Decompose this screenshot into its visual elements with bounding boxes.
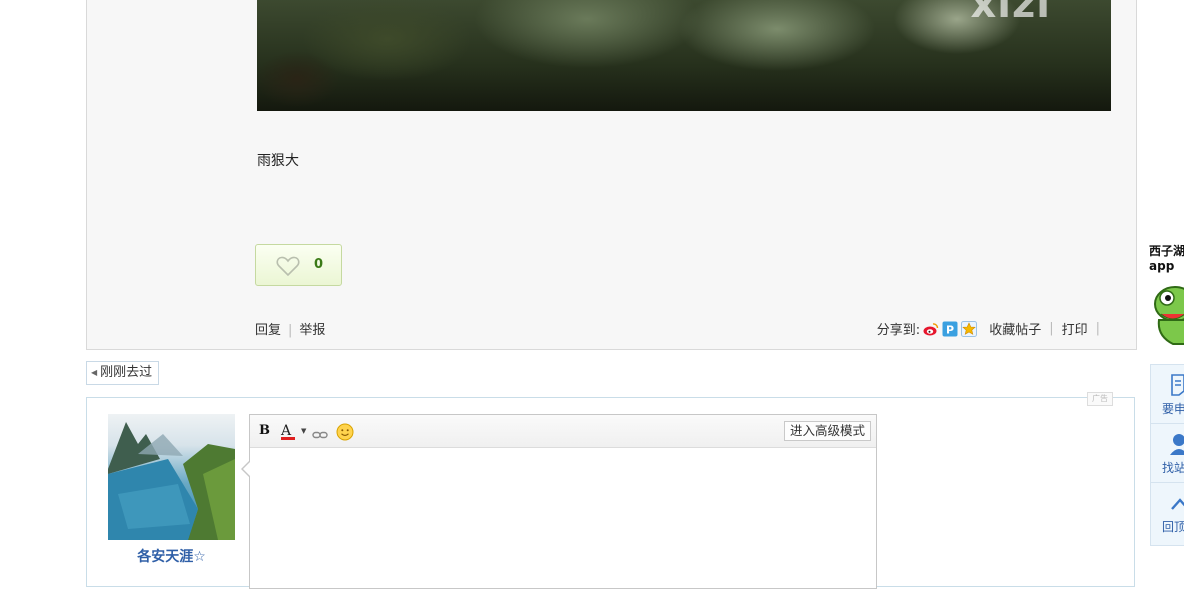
divider: | xyxy=(1095,321,1100,336)
recently-visited-button[interactable]: ◀ 刚刚去过 xyxy=(86,361,159,385)
side-tool-apply-label: 要申 xyxy=(1162,402,1184,416)
post-photo: xizi xyxy=(257,0,1111,111)
quick-reply-panel: 广告 各安天涯☆ B A ▼ 进入高级模式 xyxy=(86,392,1135,589)
username[interactable]: 各安天涯☆ xyxy=(108,546,235,566)
favorite-star-icon[interactable] xyxy=(961,320,978,337)
reply-editor: B A ▼ 进入高级模式 xyxy=(241,414,877,589)
share-bar: 分享到: P 收藏帖子 | 打印 | xyxy=(877,319,1108,338)
divider: | xyxy=(288,323,293,338)
user-icon xyxy=(1170,434,1184,455)
svg-text:P: P xyxy=(946,323,954,336)
side-tool-top-label: 回顶 xyxy=(1162,520,1184,534)
caret-left-icon: ◀ xyxy=(91,368,98,377)
side-toolbar: 要申 找站 回顶 xyxy=(1150,364,1184,546)
side-tool-top[interactable]: 回顶 xyxy=(1151,483,1184,541)
edit-doc-icon xyxy=(1171,374,1184,396)
emoji-icon[interactable] xyxy=(336,422,354,442)
share-label: 分享到: xyxy=(876,323,921,338)
app-promo-line1: 西子湖 xyxy=(1149,244,1184,258)
editor-toolbar: B A ▼ 进入高级模式 xyxy=(250,415,876,448)
avatar-landscape-image xyxy=(108,422,235,540)
side-tool-find-label: 找站 xyxy=(1162,461,1184,475)
bold-button[interactable]: B xyxy=(259,421,270,441)
reply-textarea[interactable] xyxy=(250,448,876,588)
advanced-mode-button[interactable]: 进入高级模式 xyxy=(783,421,871,441)
divider: | xyxy=(1049,321,1054,336)
image-watermark: xizi xyxy=(970,0,1051,27)
recently-visited-label: 刚刚去过 xyxy=(100,365,153,380)
mascot-icon xyxy=(1154,286,1184,345)
weibo-icon[interactable] xyxy=(923,321,939,337)
back-to-top-icon xyxy=(1171,498,1184,510)
side-tool-apply[interactable]: 要申 xyxy=(1151,365,1184,424)
font-color-swatch xyxy=(281,437,295,440)
app-promo[interactable]: 西子湖 app xyxy=(1148,244,1184,356)
reply-link[interactable]: 回复 xyxy=(255,323,281,338)
report-link[interactable]: 举报 xyxy=(299,323,325,338)
caret-down-icon: ▼ xyxy=(301,427,307,435)
post-text: 雨狠大 xyxy=(257,153,299,169)
link-icon[interactable] xyxy=(312,425,328,445)
print-link[interactable]: 打印 xyxy=(1062,319,1088,338)
ad-tag: 广告 xyxy=(1087,392,1113,406)
qzone-icon[interactable]: P xyxy=(942,321,958,337)
font-color-button[interactable]: A ▼ xyxy=(281,421,306,441)
app-promo-text: 西子湖 app xyxy=(1149,244,1184,274)
like-count: 0 xyxy=(314,257,324,272)
avatar[interactable] xyxy=(108,414,235,540)
favorite-post-link[interactable]: 收藏帖子 xyxy=(989,319,1041,338)
heart-icon xyxy=(276,256,300,277)
post-actions: 回复 | 举报 xyxy=(255,319,325,338)
app-promo-line2: app xyxy=(1149,259,1175,273)
side-tool-find[interactable]: 找站 xyxy=(1151,424,1184,483)
like-button[interactable]: 0 xyxy=(255,244,342,286)
post-content-box: xizi 雨狠大 0 回复 | 举报 分享到: P 收藏帖子 | 打印 | xyxy=(86,0,1137,350)
